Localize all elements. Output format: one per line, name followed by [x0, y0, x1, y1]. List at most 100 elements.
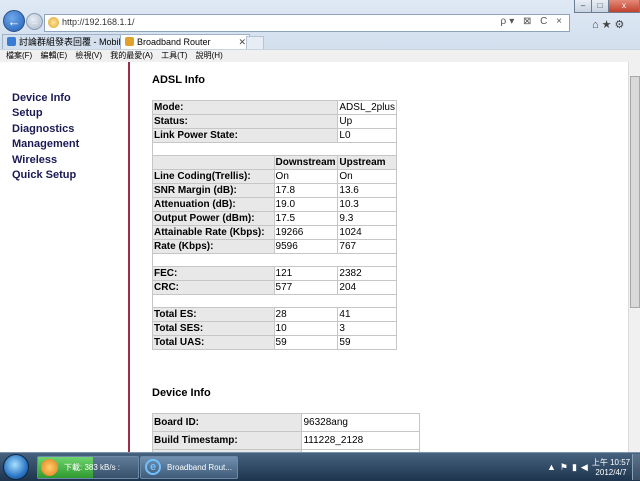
table-row: Board ID: 96328ang — [151, 413, 420, 432]
table-row: Rate (Kbps): 9596 767 — [152, 239, 397, 254]
sidebar-item-quick-setup[interactable]: Quick Setup — [12, 169, 76, 181]
table-row: Build Timestamp: 111228_2128 — [151, 431, 420, 450]
ie-task-label: Broadband Rout... — [167, 463, 232, 472]
clock-time[interactable]: 上午 10:57 — [588, 457, 634, 468]
crc-upstream: 204 — [337, 280, 397, 295]
downstream-value: 28 — [273, 307, 339, 322]
menu-bar: 檔案(F) 編輯(E) 檢視(V) 我的最愛(A) 工具(T) 說明(H) — [0, 49, 640, 63]
tab-mobile01[interactable]: 討論群組發表回覆 - Mobile01 — [2, 34, 122, 49]
download-app-icon — [41, 459, 58, 476]
sidebar-item-diagnostics[interactable]: Diagnostics — [12, 123, 74, 135]
row-label: SNR Margin (dB): — [152, 183, 275, 198]
sidebar-item-wireless[interactable]: Wireless — [12, 154, 57, 166]
table-row: CRC: 577 204 — [152, 280, 397, 295]
upstream-value: 767 — [337, 239, 397, 254]
menu-view[interactable]: 檢視(V) — [75, 51, 102, 60]
scrollbar-thumb[interactable] — [630, 76, 640, 308]
table-header-row: Downstream Upstream — [152, 155, 397, 170]
download-status-label: 下載: 383 kB/s : — [64, 463, 121, 472]
page-favicon-icon — [48, 17, 59, 28]
window-controls: – □ x — [574, 0, 640, 14]
close-window-button[interactable]: x — [608, 0, 640, 13]
tab-broadband-router[interactable]: Broadband Router ✕ — [120, 34, 250, 49]
table-row: FEC: 121 2382 — [152, 266, 397, 281]
downstream-value: 59 — [273, 335, 339, 350]
router-tab-icon — [125, 37, 134, 46]
row-label: Output Power (dBm): — [152, 211, 275, 226]
url-text[interactable]: http://192.168.1.1/ — [62, 17, 135, 27]
download-task-button[interactable]: 下載: 383 kB/s : — [37, 456, 139, 479]
table-row: Output Power (dBm): 17.5 9.3 — [152, 211, 397, 226]
sidebar-item-device-info[interactable]: Device Info — [12, 92, 71, 104]
spacer-row — [152, 294, 397, 308]
upstream-value: On — [337, 169, 397, 184]
row-label: Line Coding(Trellis): — [152, 169, 275, 184]
table-row: Mode: ADSL_2plus — [151, 100, 397, 115]
device-info-table: Board ID: 96328ang Build Timestamp: 1112… — [151, 413, 420, 452]
downstream-value: 17.8 — [273, 183, 339, 198]
minimize-button[interactable]: – — [574, 0, 592, 13]
menu-edit[interactable]: 編輯(E) — [40, 51, 67, 60]
downstream-value: 9596 — [273, 239, 339, 254]
new-tab-button[interactable] — [246, 36, 264, 50]
downstream-value: 19.0 — [273, 197, 339, 212]
show-desktop-button[interactable] — [632, 454, 640, 480]
ie-browser-icon: e — [145, 459, 161, 475]
fec-upstream: 2382 — [337, 266, 397, 281]
build-timestamp-value: 111228_2128 — [301, 431, 420, 450]
upstream-value: 9.3 — [337, 211, 397, 226]
menu-help[interactable]: 說明(H) — [196, 51, 223, 60]
device-info-heading: Device Info — [152, 387, 211, 399]
table-row: Total SES: 10 3 — [152, 321, 397, 336]
crc-downstream: 577 — [273, 280, 339, 295]
menu-tools[interactable]: 工具(T) — [161, 51, 187, 60]
board-id-value: 96328ang — [301, 413, 420, 432]
upstream-value: 3 — [337, 321, 397, 336]
mode-value: ADSL_2plus — [337, 100, 397, 115]
status-label: Status: — [151, 114, 339, 129]
sidebar-item-setup[interactable]: Setup — [12, 107, 43, 119]
downstream-value: On — [273, 169, 339, 184]
downstream-value: 17.5 — [273, 211, 339, 226]
menu-file[interactable]: 檔案(F) — [6, 51, 32, 60]
table-row: SNR Margin (dB): 17.8 13.6 — [152, 183, 397, 198]
back-arrow-icon[interactable]: ← — [3, 10, 25, 32]
browser-chrome: ← → http://192.168.1.1/ ρ▾ ⊠ C × – □ x ⌂… — [0, 0, 640, 63]
sidebar-item-management[interactable]: Management — [12, 138, 79, 150]
build-timestamp-label: Build Timestamp: — [151, 431, 303, 450]
total-label: Total SES: — [152, 321, 275, 336]
downstream-value: 10 — [273, 321, 339, 336]
downstream-value: 19266 — [273, 225, 339, 240]
adsl-info-heading: ADSL Info — [152, 74, 205, 86]
start-button-icon[interactable] — [3, 454, 29, 480]
row-label: Attenuation (dB): — [152, 197, 275, 212]
status-value: Up — [337, 114, 397, 129]
table-row: Status: Up — [151, 114, 397, 129]
menu-favorites[interactable]: 我的最愛(A) — [110, 51, 153, 60]
home-favorites-tools-icons[interactable]: ⌂★⚙ — [592, 18, 640, 32]
total-label: Total UAS: — [152, 335, 275, 350]
close-tab-icon[interactable]: ✕ — [238, 35, 246, 49]
tab-label: Broadband Router — [137, 37, 211, 47]
link-power-state-label: Link Power State: — [151, 128, 339, 143]
forward-arrow-icon[interactable]: → — [26, 13, 43, 30]
row-label: Rate (Kbps): — [152, 239, 275, 254]
upstream-value: 13.6 — [337, 183, 397, 198]
ie-task-button[interactable]: e Broadband Rout... — [140, 456, 238, 479]
clock-date[interactable]: 2012/4/7 — [588, 468, 634, 477]
mobile01-tab-icon — [7, 37, 16, 46]
table-row: Total UAS: 59 59 — [152, 335, 397, 350]
total-label: Total ES: — [152, 307, 275, 322]
table-row: Attainable Rate (Kbps): 19266 1024 — [152, 225, 397, 240]
maximize-button[interactable]: □ — [591, 0, 609, 13]
table-row: Line Coding(Trellis): On On — [152, 169, 397, 184]
downstream-header: Downstream — [273, 155, 339, 170]
upstream-value: 41 — [337, 307, 397, 322]
tray-icons[interactable]: ▲⚑▮◀ — [547, 462, 592, 473]
address-bar[interactable]: http://192.168.1.1/ ρ▾ ⊠ C × — [44, 14, 570, 32]
address-tools-icons[interactable]: ρ▾ ⊠ C × — [501, 16, 565, 27]
upstream-value: 59 — [337, 335, 397, 350]
fec-downstream: 121 — [273, 266, 339, 281]
upstream-value: 10.3 — [337, 197, 397, 212]
blank-header — [152, 155, 275, 170]
